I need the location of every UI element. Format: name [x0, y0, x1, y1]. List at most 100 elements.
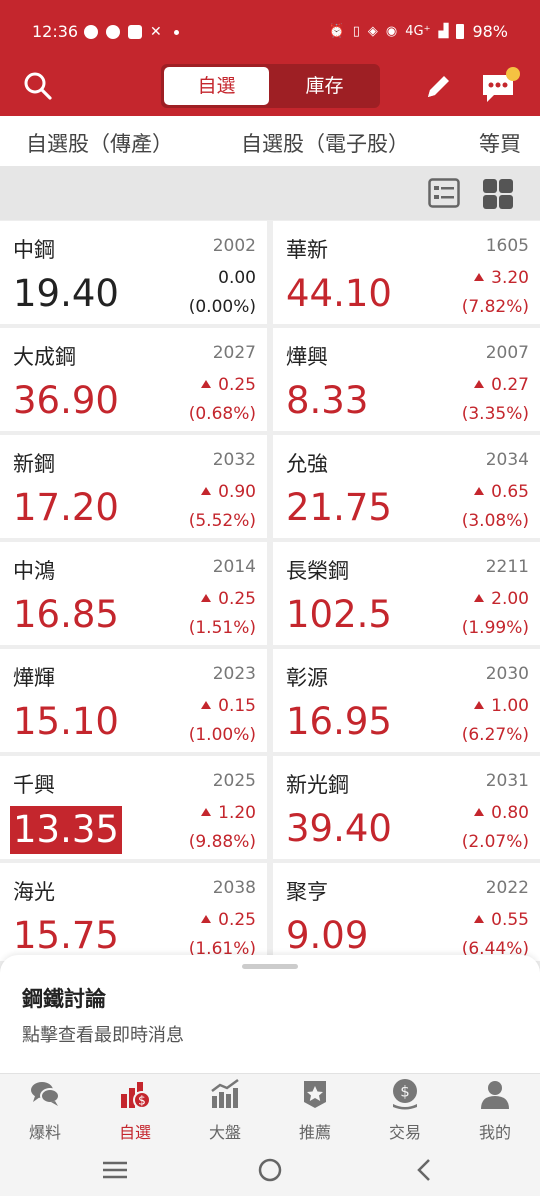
stock-name: 千興: [13, 773, 55, 797]
stock-code: 2025: [212, 771, 256, 791]
stock-change-percent: (7.82%): [461, 297, 529, 317]
up-arrow-icon: [201, 701, 212, 709]
stock-change: 0.80: [474, 803, 529, 823]
stock-change: 0.65: [474, 482, 529, 502]
nav-label-recommend: 推薦: [298, 1123, 331, 1142]
stock-change-percent: (0.00%): [188, 297, 256, 317]
stock-change-percent: (1.51%): [188, 618, 256, 638]
stock-name: 新鋼: [13, 452, 55, 476]
nav-item-tips[interactable]: 爆料: [0, 1074, 90, 1144]
nav-item-watchlist[interactable]: $ 自選: [90, 1074, 180, 1144]
messages-button[interactable]: [480, 67, 520, 105]
group-tab-electronics[interactable]: 自選股（電子股）: [241, 128, 409, 158]
facebook-icon: [84, 25, 98, 39]
nav-item-trade[interactable]: $ 交易: [360, 1074, 450, 1144]
stock-card[interactable]: 大成鋼 2027 36.90 0.25 (0.68%): [0, 328, 267, 431]
notification-icons: ✕: [84, 24, 179, 40]
status-bar: 12:36 ✕ ⏰ ▯ ◈ ◉ 4G⁺ ▟ 98%: [0, 0, 540, 62]
up-arrow-icon: [474, 701, 485, 709]
up-arrow-icon: [201, 915, 212, 923]
chat-bubbles-icon: [31, 1082, 60, 1106]
battery-level: 98%: [472, 22, 508, 41]
stock-name: 允強: [286, 452, 328, 476]
recent-apps-icon: [103, 1161, 127, 1179]
stock-card[interactable]: 中鴻 2014 16.85 0.25 (1.51%): [0, 542, 267, 645]
stock-name: 燁輝: [13, 666, 55, 690]
stock-name: 中鴻: [13, 559, 55, 583]
nav-label-tips: 爆料: [28, 1123, 61, 1142]
up-arrow-icon: [201, 487, 212, 495]
stock-code: 2030: [485, 664, 529, 684]
stock-card[interactable]: 燁輝 2023 15.10 0.15 (1.00%): [0, 649, 267, 752]
stock-change-value: 0.55: [491, 910, 529, 930]
nav-item-profile[interactable]: 我的: [450, 1074, 540, 1144]
segment-holdings[interactable]: 庫存: [272, 67, 377, 105]
back-button[interactable]: [410, 1155, 440, 1185]
group-tab-to-buy[interactable]: 等買: [479, 128, 521, 158]
list-view-icon: [428, 178, 460, 208]
stock-change-percent: (1.99%): [461, 618, 529, 638]
sheet-drag-handle[interactable]: [242, 964, 298, 969]
stock-price: 15.75: [13, 914, 119, 957]
stock-change: 0.25: [201, 375, 256, 395]
stock-card[interactable]: 千興 2025 13.35 1.20 (9.88%): [0, 756, 267, 859]
list-view-button[interactable]: [428, 178, 460, 208]
stock-change-value: 1.00: [491, 696, 529, 716]
stock-change-percent: (5.52%): [188, 511, 256, 531]
stock-card[interactable]: 中鋼 2002 19.40 0.00 (0.00%): [0, 221, 267, 324]
home-icon: [258, 1158, 282, 1182]
stock-card[interactable]: 彰源 2030 16.95 1.00 (6.27%): [273, 649, 540, 752]
group-tab-traditional[interactable]: 自選股（傳產）: [26, 128, 173, 158]
discussion-sheet[interactable]: 鋼鐵討論 點擊查看最即時消息: [0, 955, 540, 1073]
stock-card[interactable]: 新光鋼 2031 39.40 0.80 (2.07%): [273, 756, 540, 859]
stock-name: 長榮鋼: [286, 559, 349, 583]
stock-change-value: 0.15: [218, 696, 256, 716]
stock-price: 44.10: [286, 272, 392, 315]
stock-change: 0.25: [201, 910, 256, 930]
stock-price: 8.33: [286, 379, 369, 422]
stock-card[interactable]: 允強 2034 21.75 0.65 (3.08%): [273, 435, 540, 538]
stock-change-value: 0.80: [491, 803, 529, 823]
up-arrow-icon: [474, 915, 485, 923]
hotspot-icon: ◉: [385, 24, 398, 39]
stock-change: 0.15: [201, 696, 256, 716]
search-button[interactable]: [22, 70, 54, 102]
svg-text:$: $: [400, 1083, 410, 1101]
stock-change: 1.00: [474, 696, 529, 716]
messenger-icon: [106, 25, 120, 39]
status-time: 12:36: [32, 22, 79, 41]
stock-price: 9.09: [286, 914, 369, 957]
stock-code: 2032: [212, 450, 256, 470]
segment-watchlist[interactable]: 自選: [164, 67, 269, 105]
stock-change-value: 0.27: [491, 375, 529, 395]
stock-card[interactable]: 華新 1605 44.10 3.20 (7.82%): [273, 221, 540, 324]
nav-item-recommend[interactable]: 推薦: [270, 1074, 360, 1144]
stock-change-value: 0.25: [218, 910, 256, 930]
stock-change-value: 2.00: [491, 589, 529, 609]
stock-card[interactable]: 新鋼 2032 17.20 0.90 (5.52%): [0, 435, 267, 538]
system-status-icons: ⏰ ▯ ◈ ◉ 4G⁺ ▟ 98%: [329, 22, 508, 41]
stock-change-value: 0.00: [218, 268, 256, 288]
home-button[interactable]: [255, 1155, 285, 1185]
stock-card[interactable]: 燁興 2007 8.33 0.27 (3.35%): [273, 328, 540, 431]
stock-code: 2211: [485, 557, 529, 577]
stock-change-percent: (0.68%): [188, 404, 256, 424]
stock-card[interactable]: 聚亨 2022 9.09 0.55 (6.44%): [273, 863, 540, 961]
stock-card[interactable]: 海光 2038 15.75 0.25 (1.61%): [0, 863, 267, 961]
stock-price: 16.85: [13, 593, 119, 636]
stock-card[interactable]: 長榮鋼 2211 102.5 2.00 (1.99%): [273, 542, 540, 645]
stock-change-percent: (3.35%): [461, 404, 529, 424]
edit-button[interactable]: [423, 70, 455, 102]
more-notifications-icon: [173, 29, 179, 35]
up-arrow-icon: [201, 380, 212, 388]
network-label: 4G⁺: [405, 24, 431, 39]
stock-change-percent: (3.08%): [461, 511, 529, 531]
stock-name: 華新: [286, 238, 328, 262]
sheet-subtitle: 點擊查看最即時消息: [22, 1025, 184, 1046]
stock-code: 2002: [212, 236, 256, 256]
up-arrow-icon: [474, 594, 485, 602]
grid-view-button[interactable]: [482, 178, 514, 210]
nav-item-market[interactable]: 大盤: [180, 1074, 270, 1144]
recent-apps-button[interactable]: [100, 1155, 130, 1185]
stock-change: 2.00: [474, 589, 529, 609]
